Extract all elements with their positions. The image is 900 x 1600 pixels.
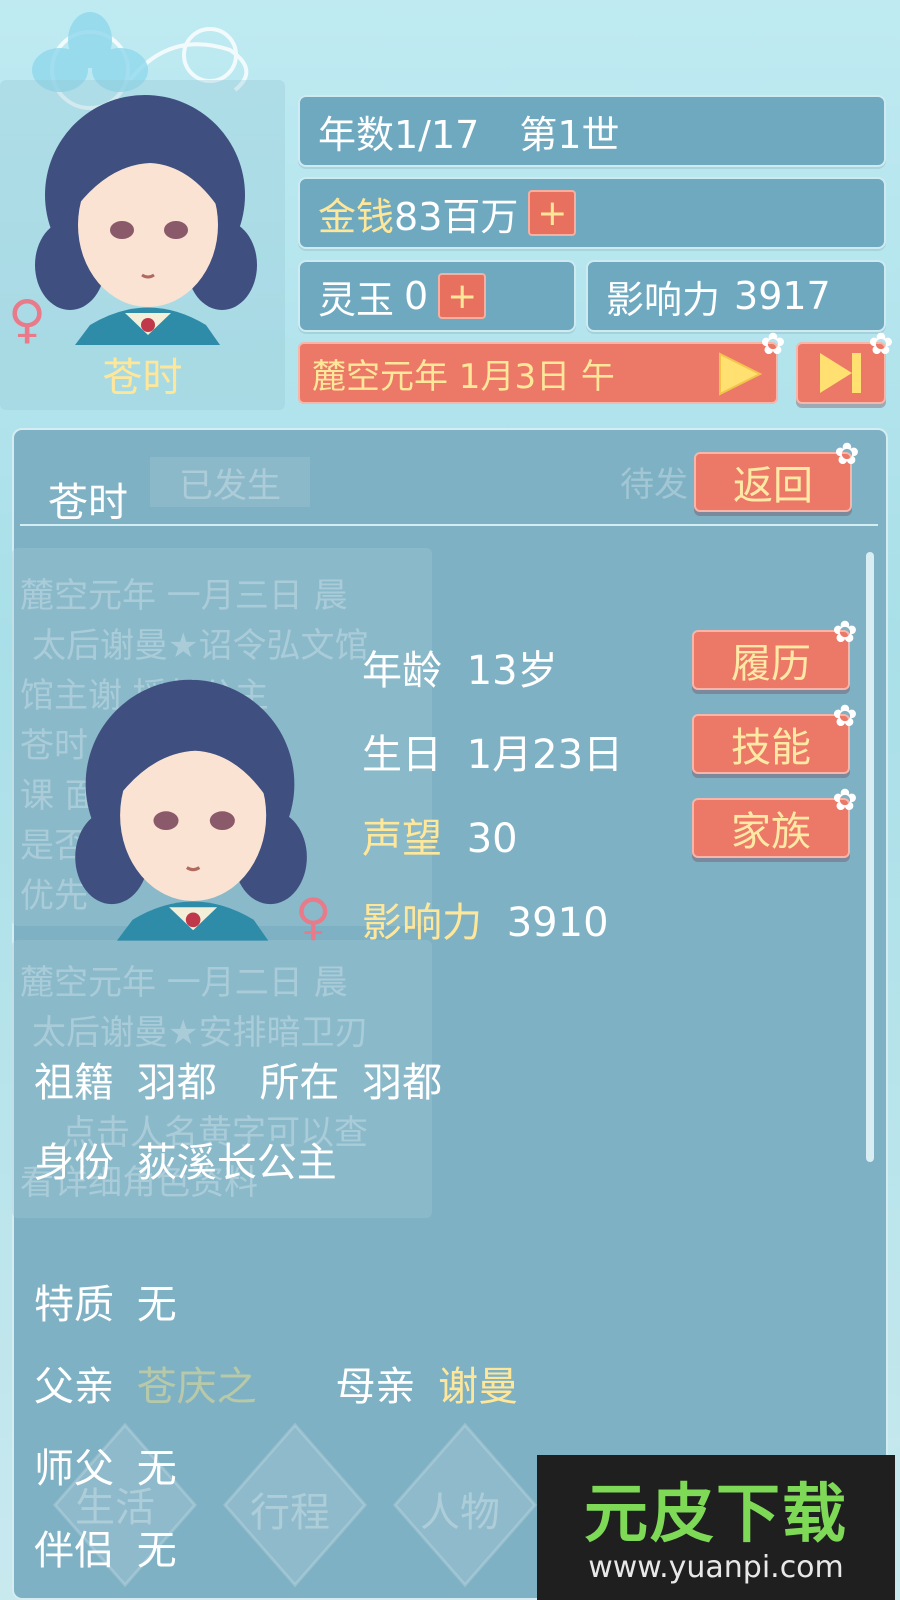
year-bar: 年数1/17 第1世: [298, 95, 886, 167]
generation: 第1世: [519, 112, 620, 157]
flower-ornament-icon: ✿: [832, 783, 858, 818]
bg-tab-happened: 已发生: [150, 457, 310, 507]
origin-row: 祖籍 羽都 所在 羽都: [34, 1050, 442, 1108]
trait-value: 无: [136, 1282, 177, 1328]
flower-ornament-icon: ✿: [834, 437, 860, 472]
money-value: 83百万: [394, 194, 519, 239]
flower-ornament-icon: ✿: [868, 327, 894, 362]
birthday-value: 1月23日: [466, 732, 624, 778]
scrollbar[interactable]: [866, 552, 874, 1162]
back-button-label: 返回: [733, 463, 813, 509]
trait-label: 特质: [34, 1282, 114, 1328]
family-button-label: 家族: [731, 809, 811, 855]
profile-portrait: [75, 679, 307, 941]
master-row: 师父 无: [34, 1436, 177, 1494]
flower-ornament-icon: ✿: [760, 327, 786, 362]
bg-tab-pending: 待发: [620, 465, 688, 505]
location-label: 所在: [259, 1060, 340, 1106]
skip-button[interactable]: ✿: [796, 330, 894, 404]
portrait-card[interactable]: ♀ 苍时: [0, 80, 285, 410]
current-date: 麓空元年 1月3日 午: [312, 356, 615, 397]
reputation-row: 声望 30: [362, 806, 518, 864]
nav-people[interactable]: 人物: [420, 1480, 500, 1538]
skip-forward-icon: [820, 353, 861, 393]
influence-row: 影响力 3910: [362, 890, 609, 948]
skills-button-label: 技能: [731, 725, 811, 771]
influence-bar: 影响力 3917: [586, 260, 886, 332]
reputation-value: 30: [466, 816, 518, 862]
identity-row: 身份 荻溪长公主: [34, 1130, 337, 1188]
bg-log-line: 麓空元年 一月三日 晨: [20, 576, 348, 616]
location-value: 羽都: [362, 1060, 443, 1106]
date-bar: 麓空元年 1月3日 午 ✿: [298, 330, 786, 404]
partner-label: 伴侣: [34, 1528, 114, 1574]
character-portrait: [35, 95, 257, 345]
birthday-label: 生日: [362, 732, 442, 778]
identity-value: 荻溪长公主: [136, 1140, 337, 1186]
family-button[interactable]: 家族 ✿: [692, 786, 858, 858]
year-count: 年数1/17: [318, 112, 480, 157]
jade-bar: 灵玉 0 +: [298, 260, 576, 332]
influence-label[interactable]: 影响力: [362, 900, 482, 946]
flower-ornament-icon: ✿: [832, 615, 858, 650]
resume-button[interactable]: 履历 ✿: [692, 618, 858, 690]
father-label: 父亲: [34, 1364, 114, 1410]
money-bar: 金钱 83百万 +: [298, 177, 886, 249]
gender-female-icon: ♀: [295, 888, 332, 946]
age-value: 13岁: [466, 648, 558, 694]
panel-character-name: 苍时: [48, 480, 128, 526]
add-jade-button[interactable]: +: [438, 273, 487, 319]
reputation-label[interactable]: 声望: [362, 816, 442, 862]
origin-value: 羽都: [136, 1060, 217, 1106]
origin-label: 祖籍: [34, 1060, 114, 1106]
flower-ornament-icon: ✿: [832, 699, 858, 734]
bg-log-line: 太后谢曼★安排暗卫刃: [32, 1013, 369, 1053]
watermark-logo: 元皮下载 www.yuanpi.com: [537, 1455, 895, 1600]
birthday-row: 生日 1月23日: [362, 722, 623, 780]
add-money-button[interactable]: +: [528, 190, 577, 236]
jade-value: 0: [404, 274, 429, 318]
jade-label: 灵玉: [318, 277, 395, 322]
bg-log-line: 麓空元年 一月二日 晨: [20, 963, 348, 1003]
skills-button[interactable]: 技能 ✿: [692, 702, 858, 774]
influence-value: 3917: [734, 274, 831, 318]
gender-female-icon: ♀: [8, 290, 47, 350]
money-label: 金钱: [318, 194, 395, 239]
parents-row: 父亲 苍庆之 母亲 谢曼: [34, 1354, 518, 1412]
character-name: 苍时: [102, 355, 183, 401]
nav-schedule[interactable]: 行程: [250, 1480, 330, 1538]
father-name-link[interactable]: 苍庆之: [137, 1364, 257, 1410]
profile-influence-value: 3910: [506, 900, 609, 946]
mother-name-link[interactable]: 谢曼: [438, 1364, 518, 1410]
master-value: 无: [136, 1446, 177, 1492]
watermark-title: 元皮下载: [584, 1478, 848, 1552]
panel-divider: [20, 524, 878, 526]
resume-button-label: 履历: [731, 641, 811, 687]
influence-label: 影响力: [606, 277, 721, 322]
play-icon[interactable]: [716, 352, 762, 396]
age-label: 年龄: [362, 648, 442, 694]
mother-label: 母亲: [335, 1364, 416, 1410]
master-label: 师父: [34, 1446, 114, 1492]
watermark-url: www.yuanpi.com: [588, 1550, 844, 1585]
age-row: 年龄 13岁: [362, 638, 558, 696]
trait-row: 特质 无: [34, 1272, 177, 1330]
identity-label: 身份: [34, 1140, 114, 1186]
partner-row: 伴侣 无: [34, 1518, 177, 1576]
partner-value: 无: [136, 1528, 177, 1574]
back-button[interactable]: 返回 ✿: [694, 440, 860, 512]
